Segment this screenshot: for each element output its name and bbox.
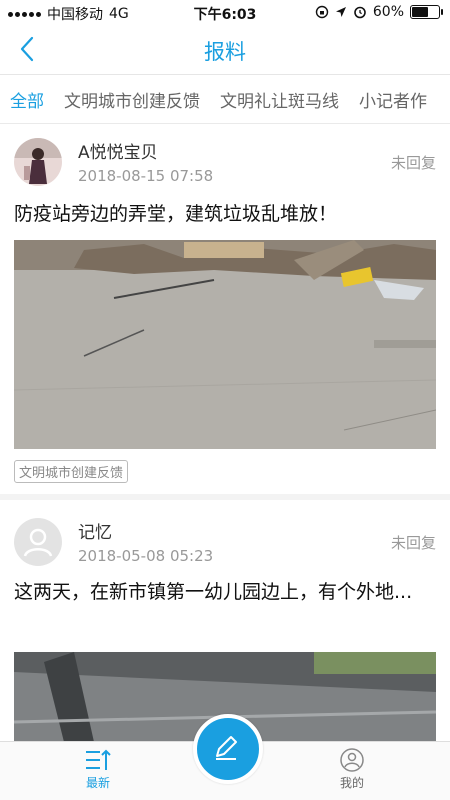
post-username: 记忆 (78, 523, 112, 543)
category-badge: 文明城市创建反馈 (14, 460, 129, 483)
tab-all[interactable]: 全部 (10, 87, 44, 112)
tab-civilized-city-feedback[interactable]: 文明城市创建反馈 (64, 87, 200, 112)
post-timestamp: 2018-08-15 07:58 (78, 167, 214, 185)
tab-zebra-crossing[interactable]: 文明礼让斑马线 (220, 87, 339, 112)
pencil-icon (216, 736, 237, 760)
latest-list-icon (86, 749, 111, 770)
status-bar: 中国移动 4G 下午6:03 60% (0, 0, 450, 26)
reply-status: 未回复 (390, 534, 436, 552)
post-username: A悦悦宝贝 (78, 143, 158, 163)
battery-percent: 60% (372, 4, 404, 20)
default-avatar-icon (14, 518, 62, 566)
post-image[interactable] (14, 240, 436, 449)
category-tabs: 全部 文明城市创建反馈 文明礼让斑马线 小记者作 (0, 75, 450, 124)
post-content: 这两天，在新市镇第一幼儿园边上，有个外地... (14, 581, 413, 603)
post-content: 防疫站旁边的弄堂，建筑垃圾乱堆放！ (14, 203, 338, 225)
post-card[interactable]: 记忆 2018-05-08 05:23 未回复 这两天，在新市镇第一幼儿园边上，… (0, 504, 450, 744)
tab-latest[interactable]: 最新 (58, 748, 138, 791)
battery-icon (410, 5, 443, 19)
battery-fill (412, 7, 428, 17)
post-timestamp: 2018-05-08 05:23 (78, 547, 214, 565)
tab-little-reporter[interactable]: 小记者作 (359, 87, 427, 112)
tab-mine[interactable]: 我的 (312, 748, 392, 791)
post-divider (0, 494, 450, 500)
tab-latest-label: 最新 (85, 776, 110, 790)
location-icon (335, 7, 346, 17)
tab-mine-label: 我的 (339, 776, 364, 790)
status-right: 60% (315, 4, 443, 20)
post-card[interactable]: A悦悦宝贝 2018-08-15 07:58 未回复 防疫站旁边的弄堂，建筑垃圾… (0, 124, 450, 500)
page-title: 报料 (204, 40, 246, 64)
compose-button[interactable] (193, 714, 263, 784)
reply-status: 未回复 (390, 154, 436, 172)
alarm-icon (354, 6, 366, 19)
nav-bar: 报料 (0, 26, 450, 75)
bottom-tab-bar: 最新 我的 (0, 714, 450, 800)
avatar (14, 138, 62, 186)
user-icon (340, 748, 364, 772)
rotation-lock-icon (315, 5, 329, 19)
